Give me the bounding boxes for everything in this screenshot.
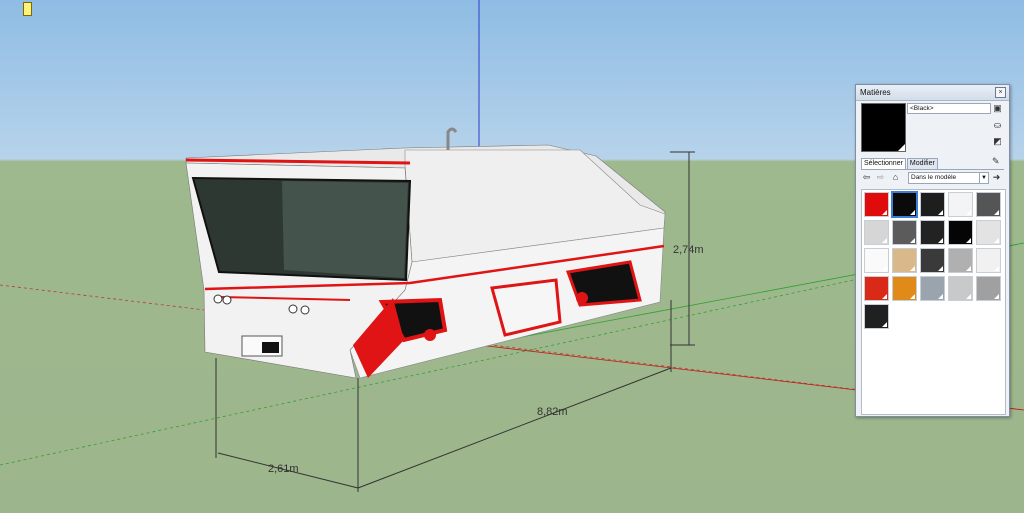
bus-model: [185, 127, 666, 379]
close-icon[interactable]: ×: [995, 87, 1006, 98]
material-swatch-grid: [861, 189, 1006, 415]
material-swatch-pale-gray[interactable]: [976, 220, 1001, 245]
forward-arrow-icon[interactable]: ⇨: [875, 172, 886, 183]
material-swatch-white-2[interactable]: [864, 248, 889, 273]
collection-select-value: Dans le modèle: [911, 174, 957, 181]
panel-title: Matières: [860, 88, 891, 97]
material-swatch-wood[interactable]: [892, 248, 917, 273]
collection-nav: ⇦ ⇨ ⌂ Dans le modèle ▼ ➜: [861, 172, 1001, 184]
material-swatch-red[interactable]: [864, 192, 889, 217]
material-swatch-gray[interactable]: [892, 220, 917, 245]
material-swatch-silver[interactable]: [948, 248, 973, 273]
eyedropper-icon[interactable]: ✎: [992, 156, 1000, 167]
material-swatch-orange-glass[interactable]: [892, 276, 917, 301]
panel-titlebar[interactable]: Matières ×: [856, 85, 1009, 101]
dimension-height-label[interactable]: 2,74m: [673, 244, 704, 256]
material-swatch-dark-gray[interactable]: [920, 192, 945, 217]
material-swatch-red-glass[interactable]: [864, 276, 889, 301]
chevron-down-icon[interactable]: ▼: [979, 173, 988, 183]
paint-bucket-icon[interactable]: ⛀: [992, 120, 1003, 131]
texture-icon[interactable]: ◩: [992, 136, 1003, 147]
dimension-length-label[interactable]: 8,82m: [537, 406, 568, 418]
save-icon[interactable]: ▣: [992, 103, 1003, 114]
material-swatch-black[interactable]: [891, 191, 918, 218]
tabs-divider: [861, 169, 1004, 170]
material-swatch-striped[interactable]: [976, 192, 1001, 217]
material-name-field[interactable]: <Black>: [907, 103, 991, 114]
material-swatch-gray-diag[interactable]: [976, 276, 1001, 301]
material-swatch-graphite[interactable]: [920, 248, 945, 273]
home-icon[interactable]: ⌂: [890, 172, 901, 183]
dimension-width-label[interactable]: 2,61m: [268, 463, 299, 475]
material-swatch-black-2[interactable]: [948, 220, 973, 245]
status-indicator: [23, 2, 32, 16]
material-swatch-light-gray[interactable]: [864, 220, 889, 245]
material-preview[interactable]: [861, 103, 906, 152]
materials-panel: Matières × <Black> ▣ ⛀ ◩ Sélectionner Mod…: [855, 84, 1010, 417]
details-arrow-icon[interactable]: ➜: [991, 172, 1002, 183]
material-swatch-black-diag[interactable]: [864, 304, 889, 329]
collection-select[interactable]: Dans le modèle ▼: [908, 172, 989, 184]
material-swatch-charcoal[interactable]: [920, 220, 945, 245]
material-swatch-metal[interactable]: [948, 276, 973, 301]
material-swatch-off-white[interactable]: [976, 248, 1001, 273]
material-tabs: Sélectionner Modifier: [861, 158, 939, 170]
material-swatch-white[interactable]: [948, 192, 973, 217]
material-swatch-clear-glass[interactable]: [920, 276, 945, 301]
back-arrow-icon[interactable]: ⇦: [861, 172, 872, 183]
